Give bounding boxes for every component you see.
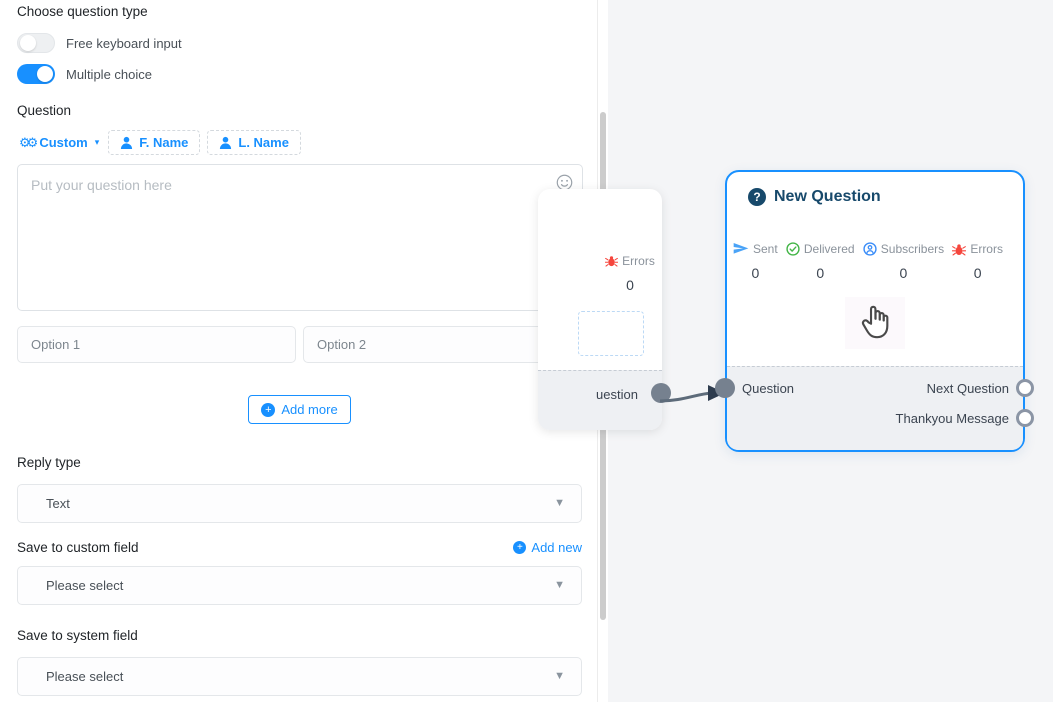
free-keyboard-toggle[interactable] (17, 33, 55, 53)
reply-type-label: Reply type (17, 455, 582, 470)
question-textarea[interactable] (18, 165, 582, 310)
partial-node-errors-label: Errors (622, 254, 655, 268)
stat-subscribers-value: 0 (900, 265, 908, 281)
add-new-label: Add new (531, 540, 582, 555)
next-question-port-label: Next Question (927, 381, 1009, 396)
save-system-value: Please select (46, 669, 123, 684)
next-question-output-port[interactable] (1016, 379, 1034, 397)
multiple-choice-toggle-label: Multiple choice (66, 67, 152, 82)
cursor-pad (845, 297, 905, 349)
toggle-knob (37, 66, 53, 82)
person-icon (120, 136, 133, 149)
question-settings-panel: Choose question type Free keyboard input… (0, 0, 598, 702)
thankyou-port-row: Thankyou Message (896, 411, 1023, 426)
fname-tag-button[interactable]: F. Name (108, 130, 200, 155)
add-more-label: Add more (281, 402, 337, 417)
thankyou-output-port[interactable] (1016, 409, 1034, 427)
options-row (17, 326, 582, 363)
flow-canvas[interactable]: Errors 0 uestion ? New Question (608, 0, 1053, 702)
toggle-knob (20, 35, 36, 51)
stat-sent-label: Sent (753, 242, 778, 256)
partial-node-errors-stat: Errors 0 (602, 254, 658, 293)
stat-subscribers: Subscribers 0 (863, 242, 944, 281)
send-icon (733, 242, 749, 256)
partial-node-output-port[interactable] (651, 383, 671, 403)
multiple-choice-toggle-row: Multiple choice (17, 64, 582, 84)
partial-node-footer: uestion (538, 370, 662, 430)
question-input-port[interactable] (715, 378, 735, 398)
save-custom-value: Please select (46, 578, 123, 593)
subscribers-icon (863, 242, 877, 256)
save-custom-label: Save to custom field (17, 540, 139, 555)
lname-tag-label: L. Name (238, 135, 289, 150)
errors-bug-icon (952, 243, 966, 256)
question-input-port-label: Question (742, 381, 794, 396)
node-stats-row: Sent 0 Delivered 0 (727, 242, 1023, 281)
flow-builder-screen: Choose question type Free keyboard input… (0, 0, 1053, 702)
errors-bug-icon (605, 255, 618, 267)
partial-node-errors-value: 0 (602, 277, 658, 293)
add-new-link[interactable]: + Add new (513, 540, 582, 555)
custom-dropdown-label: Custom (39, 135, 87, 150)
stat-errors-label: Errors (970, 242, 1003, 256)
free-keyboard-toggle-row: Free keyboard input (17, 33, 582, 53)
stat-delivered: Delivered 0 (786, 242, 855, 281)
stat-subscribers-label: Subscribers (881, 242, 944, 256)
save-system-label: Save to system field (17, 628, 582, 643)
lname-tag-button[interactable]: L. Name (207, 130, 301, 155)
fname-tag-label: F. Name (139, 135, 188, 150)
delivered-check-icon (786, 242, 800, 256)
save-custom-row: Save to custom field + Add new (17, 540, 582, 555)
node-footer: Question Next Question Thankyou Message (727, 366, 1023, 450)
person-icon (219, 136, 232, 149)
node-title: New Question (774, 188, 881, 206)
stat-errors: Errors 0 (952, 242, 1003, 281)
chevron-down-icon: ▾ (95, 137, 100, 148)
new-question-node[interactable]: ? New Question Sent 0 (725, 170, 1025, 452)
stat-sent: Sent 0 (733, 242, 778, 281)
question-section-label: Question (17, 103, 582, 118)
partial-node-port-label: uestion (596, 387, 652, 402)
hand-cursor-icon (858, 303, 892, 343)
custom-dropdown-button[interactable]: ⚙⚙ Custom ▾ (17, 131, 101, 154)
save-custom-select[interactable]: Please select ▼ (17, 566, 582, 605)
node-header: ? New Question (727, 172, 1023, 206)
choose-question-type-label: Choose question type (17, 4, 582, 19)
multiple-choice-toggle[interactable] (17, 64, 55, 84)
question-textarea-box (17, 164, 583, 311)
stat-errors-value: 0 (974, 265, 982, 281)
question-mark-icon: ? (748, 188, 766, 206)
chevron-down-icon: ▼ (554, 497, 565, 509)
input-port-row: Question (727, 381, 794, 396)
merge-tags-row: ⚙⚙ Custom ▾ F. Name L. Name (17, 130, 582, 155)
partial-question-node[interactable]: Errors 0 uestion (538, 189, 662, 430)
reply-type-select[interactable]: Text ▼ (17, 484, 582, 523)
plus-circle-icon: + (513, 541, 526, 554)
chevron-down-icon: ▼ (554, 579, 565, 591)
gears-icon: ⚙⚙ (19, 136, 34, 149)
free-keyboard-toggle-label: Free keyboard input (66, 36, 182, 51)
reply-type-value: Text (46, 496, 70, 511)
add-more-button[interactable]: + Add more (248, 395, 350, 424)
save-system-select[interactable]: Please select ▼ (17, 657, 582, 696)
stat-sent-value: 0 (751, 265, 759, 281)
partial-node-option-box[interactable] (578, 311, 644, 356)
stat-delivered-label: Delivered (804, 242, 855, 256)
add-more-wrap: + Add more (17, 395, 582, 424)
plus-circle-icon: + (261, 403, 275, 417)
option-1-input[interactable] (17, 326, 296, 363)
stat-delivered-value: 0 (816, 265, 824, 281)
chevron-down-icon: ▼ (554, 670, 565, 682)
next-question-port-row: Next Question (927, 381, 1023, 396)
thankyou-port-label: Thankyou Message (896, 411, 1009, 426)
